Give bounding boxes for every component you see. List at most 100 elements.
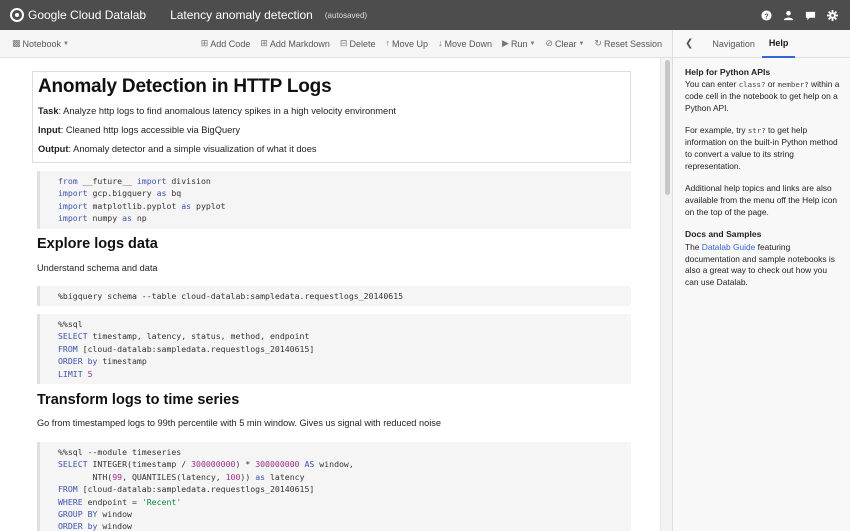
code-keyword: SELECT [58, 459, 88, 470]
code-line: import gcp.bigquery as bq [58, 187, 631, 199]
run-label: Run [510, 38, 528, 49]
notebook-menu-label: Notebook [22, 38, 62, 49]
scrollbar[interactable] [660, 58, 672, 531]
code-keyword: WHERE [58, 496, 83, 507]
transform-heading: Transform logs to time series [37, 392, 240, 408]
feedback-icon[interactable] [804, 9, 816, 21]
refresh-icon: ↻ [594, 38, 602, 48]
inline-code: class? [738, 80, 766, 90]
clear-button[interactable]: ⊘ Clear ▼ [545, 39, 584, 49]
code-keyword: by [87, 521, 98, 531]
account-icon[interactable] [782, 9, 794, 21]
code-cell-schema[interactable]: %bigquery schema --table cloud-datalab:s… [37, 286, 631, 307]
arrow-up-icon: ↑ [385, 38, 390, 48]
code-text: division [166, 176, 211, 186]
reset-session-label: Reset Session [603, 38, 662, 49]
code-cell-timeseries[interactable]: %%sql --module timeseries SELECT INTEGER(… [37, 442, 631, 531]
code-text: window [97, 521, 132, 531]
notebook-icon: ▩ [12, 38, 21, 48]
code-keyword: ORDER [58, 521, 83, 531]
reset-session-button[interactable]: ↻ Reset Session [594, 39, 662, 49]
delete-button[interactable]: ⊟ Delete [340, 39, 376, 49]
help-text: For example, try [685, 124, 748, 135]
output-line: Output: Anomaly detector and a simple vi… [38, 144, 625, 154]
help-content: Help for Python APIs You can enter class… [673, 58, 850, 289]
code-keyword: import [58, 213, 88, 224]
code-keyword: GROUP [58, 509, 83, 520]
code-text: matplotlib.pyplot [87, 200, 182, 211]
code-text: [cloud-datalab:sampledata.requestlogs_20… [77, 343, 315, 354]
datalab-logo[interactable]: Google Cloud Datalab [10, 8, 146, 22]
code-text: %%sql --module timeseries [58, 447, 182, 457]
code-text: )) [240, 471, 256, 482]
move-down-button[interactable]: ↓ Move Down [438, 39, 492, 49]
settings-icon[interactable] [826, 9, 838, 21]
inline-code: str? [747, 125, 766, 135]
plus-box-icon: ⊞ [200, 38, 209, 48]
datalab-guide-link[interactable]: Datalab Guide [702, 242, 756, 252]
help-paragraph-4: The Datalab Guide featuring documentatio… [685, 242, 840, 290]
code-text: latency [265, 471, 305, 482]
markdown-cell[interactable]: Anomaly Detection in HTTP Logs Task: Ana… [32, 71, 631, 163]
code-keyword: as [181, 200, 192, 211]
code-text: np [131, 213, 147, 224]
help-text: You can enter [685, 79, 739, 90]
code-keyword: FROM [58, 484, 78, 495]
output-text: : Anomaly detector and a simple visualiz… [68, 144, 317, 154]
chevron-left-icon[interactable]: ❮ [685, 38, 693, 49]
help-paragraph-2: For example, try str? to get help inform… [685, 125, 840, 173]
code-keyword: LIMIT [58, 368, 83, 379]
add-code-button[interactable]: ⊞ Add Code [201, 39, 251, 49]
delete-label: Delete [349, 38, 376, 49]
add-markdown-label: Add Markdown [269, 38, 330, 49]
code-line: %bigquery schema --table cloud-datalab:s… [58, 290, 631, 302]
svg-text:?: ? [764, 11, 769, 20]
scrollbar-thumb[interactable] [665, 60, 670, 195]
code-text: window [97, 509, 132, 520]
inline-code: member? [777, 80, 809, 90]
docs-heading: Docs and Samples [685, 229, 762, 240]
code-line: FROM [cloud-datalab:sampledata.requestlo… [58, 483, 631, 495]
code-line: %%sql --module timeseries [58, 446, 631, 458]
code-line: WHERE endpoint = 'Recent' [58, 496, 631, 508]
code-keyword: AS [304, 459, 315, 470]
code-text: %%sql [58, 319, 83, 329]
code-text: timestamp [97, 356, 147, 367]
notebook-title[interactable]: Latency anomaly detection [170, 8, 313, 22]
add-markdown-button[interactable]: ⊞ Add Markdown [260, 39, 330, 49]
input-text: : Cleaned http logs accessible via BigQu… [60, 125, 241, 135]
tab-navigation[interactable]: Navigation [705, 30, 762, 58]
move-down-label: Move Down [444, 38, 493, 49]
code-keyword: BY [87, 509, 98, 520]
notebook-toolbar: ▩ Notebook ▼ ⊞ Add Code ⊞ Add Markdown ⊟ De… [0, 30, 672, 58]
help-paragraph-1: You can enter class? or member? within a… [685, 79, 840, 115]
task-text: : Analyze http logs to find anomalous la… [58, 106, 396, 116]
code-line: SELECT timestamp, latency, status, metho… [58, 330, 631, 342]
help-paragraph-3: Additional help topics and links are als… [685, 182, 838, 217]
code-text: %bigquery schema --table cloud-datalab:s… [58, 291, 404, 301]
code-number: 300000000 [191, 459, 236, 470]
transform-subtitle: Go from timestamped logs to 99th percent… [37, 418, 441, 428]
move-up-button[interactable]: ↑ Move Up [385, 39, 428, 49]
code-line: NTH(99, QUANTILES(latency, 100)) as late… [58, 471, 631, 483]
code-keyword: from [58, 176, 78, 186]
add-code-label: Add Code [210, 38, 251, 49]
code-keyword: import [58, 200, 88, 211]
chevron-down-icon: ▼ [578, 40, 585, 47]
task-line: Task: Analyze http logs to find anomalou… [38, 106, 625, 116]
code-line: import matplotlib.pyplot as pyplot [58, 200, 631, 212]
code-line: FROM [cloud-datalab:sampledata.requestlo… [58, 343, 631, 355]
top-bar: Google Cloud Datalab Latency anomaly det… [0, 0, 850, 30]
input-label: Input [38, 125, 61, 135]
notebook-menu-button[interactable]: ▩ Notebook ▼ [12, 39, 69, 49]
help-icon[interactable]: ? [760, 9, 772, 21]
code-text: timestamp, latency, status, method, endp… [87, 331, 310, 342]
run-button[interactable]: ▶ Run ▼ [502, 39, 535, 49]
tab-help[interactable]: Help [761, 30, 796, 58]
code-cell-sql-select[interactable]: %%sql SELECT timestamp, latency, status, … [37, 314, 631, 385]
code-number: 5 [87, 368, 93, 379]
code-text: ) * [235, 459, 256, 470]
minus-box-icon: ⊟ [339, 38, 348, 48]
code-cell-imports[interactable]: from __future__ import division import gc… [37, 171, 631, 229]
datalab-logo-icon [10, 8, 24, 22]
